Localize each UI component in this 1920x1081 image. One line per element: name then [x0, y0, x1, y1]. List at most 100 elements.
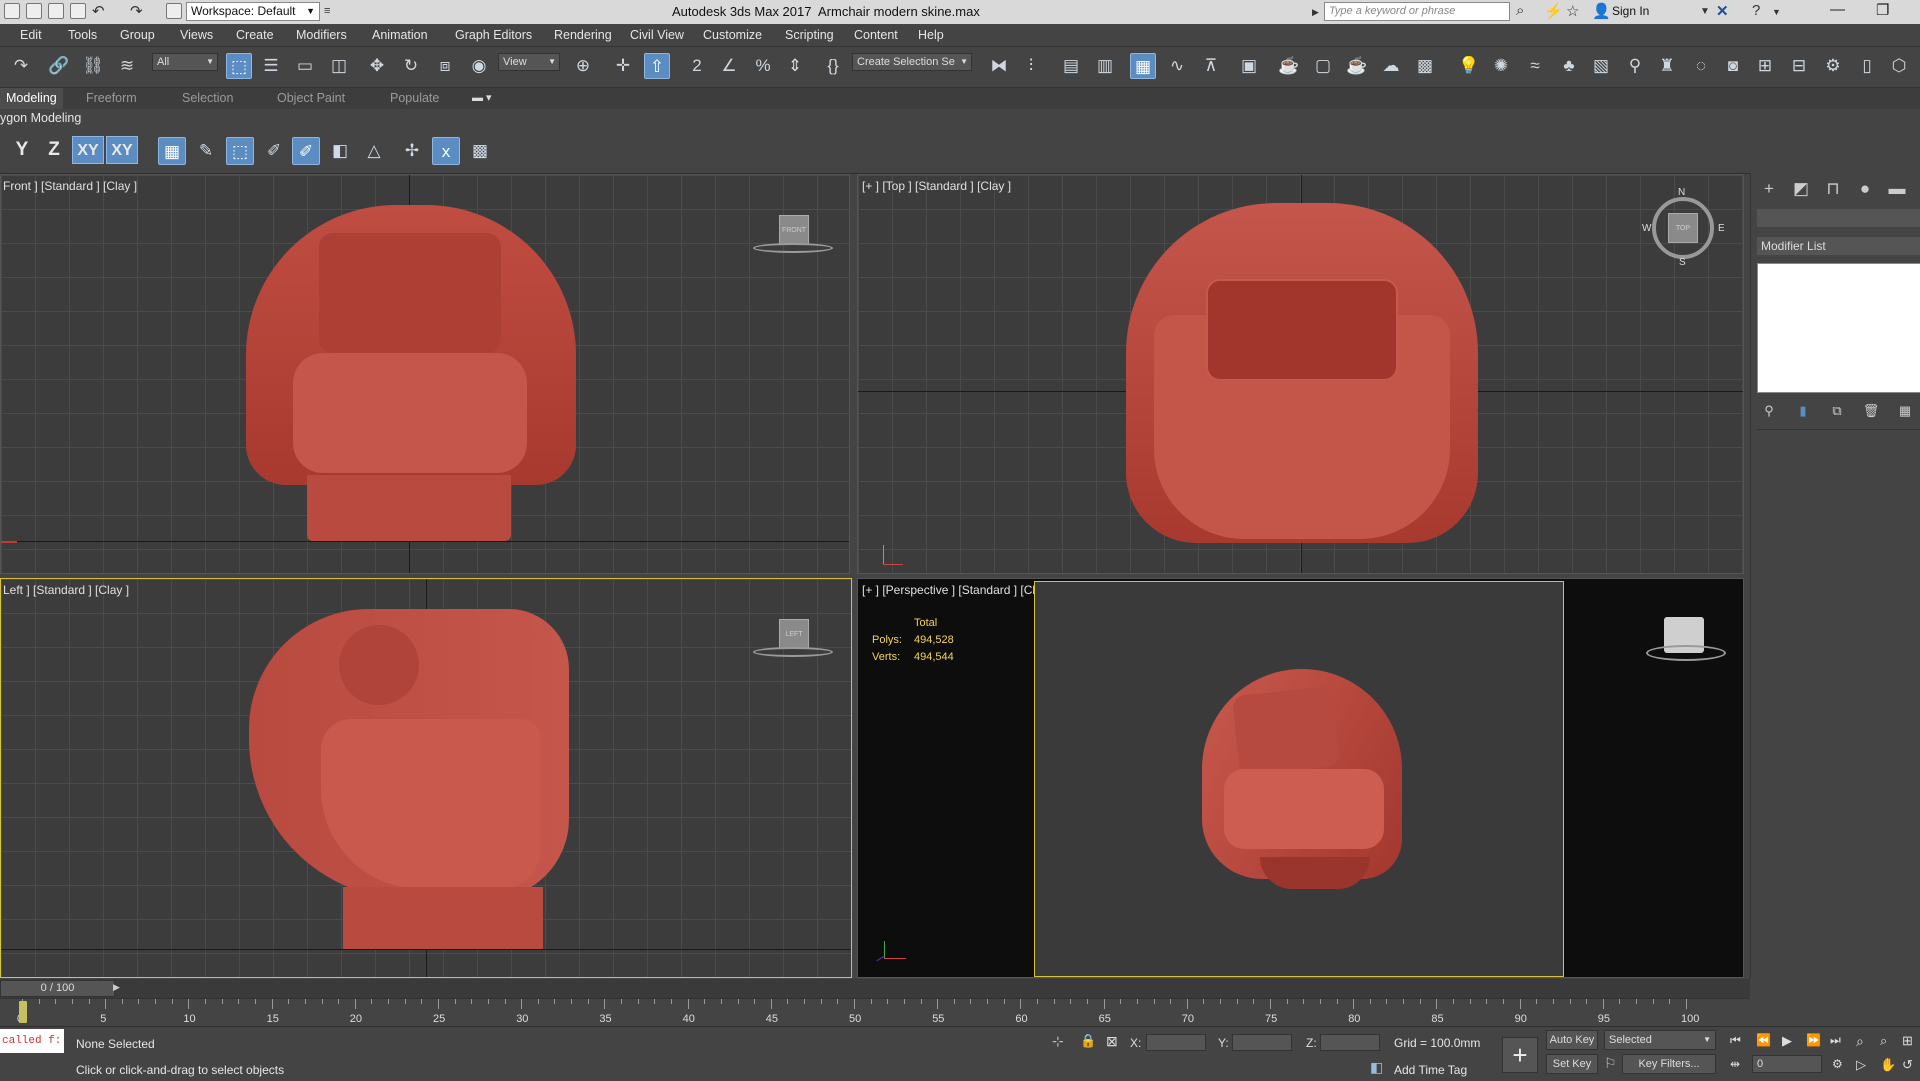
time-slider-handle[interactable]	[19, 1001, 27, 1023]
viewcube-ring-icon[interactable]	[753, 243, 833, 253]
tab-populate[interactable]: Populate	[390, 91, 439, 105]
manipulate-icon[interactable]: ✛	[610, 53, 636, 79]
configure-modifier-sets-icon[interactable]: ▦	[1893, 399, 1917, 423]
remove-modifier-icon[interactable]: 🗑	[1859, 399, 1883, 423]
vray-frame-buffer-icon[interactable]: ◙	[1720, 53, 1746, 79]
play-icon[interactable]: ▶	[1782, 1033, 1792, 1049]
select-and-rotate-icon[interactable]: ↻	[398, 53, 424, 79]
viewport-perspective[interactable]: [+ ] [Perspective ] [Standard ] [Clay ] …	[857, 578, 1744, 978]
y-coordinate-field[interactable]	[1232, 1034, 1292, 1051]
select-object-icon[interactable]: ⬚	[226, 53, 252, 79]
cut-icon[interactable]: ◧	[326, 137, 354, 165]
viewport-top[interactable]: [+ ] [Top ] [Standard ] [Clay ] TOP N S …	[857, 174, 1744, 574]
next-frame-arrow-icon[interactable]: ▶	[113, 982, 120, 993]
menu-content[interactable]: Content	[854, 28, 898, 42]
object-name-field[interactable]	[1757, 209, 1920, 227]
display-tab-icon[interactable]: ▬	[1885, 177, 1909, 201]
field-of-view-icon[interactable]: ▷	[1856, 1057, 1866, 1073]
search-input[interactable]: Type a keyword or phrase	[1324, 2, 1510, 21]
unlink-icon[interactable]: ⛓	[80, 53, 106, 79]
rectangular-selection-icon[interactable]: ▭	[292, 53, 318, 79]
set-key-button[interactable]: Set Key	[1546, 1054, 1598, 1074]
current-frame-field[interactable]: 0	[1752, 1055, 1822, 1073]
vray-fur-icon[interactable]: ≈	[1522, 53, 1548, 79]
tab-freeform[interactable]: Freeform	[86, 91, 137, 105]
spinner-snap-icon[interactable]: ⇕	[782, 53, 808, 79]
named-selection-set-select[interactable]: Create Selection Se ▼	[852, 53, 972, 71]
track-bar[interactable]: 0510152025303540455055606570758085909510…	[0, 998, 1750, 1027]
time-tag-icon[interactable]: ◧	[1370, 1059, 1383, 1076]
render-in-cloud-icon[interactable]: ☁	[1378, 53, 1404, 79]
a360-gallery-icon[interactable]: ▩	[1412, 53, 1438, 79]
vray-bitmap-icon[interactable]: ▯	[1854, 53, 1880, 79]
viewport-label[interactable]: [+ ] [Top ] [Standard ] [Clay ]	[862, 179, 1011, 193]
viewcube-icon[interactable]: TOP	[1668, 213, 1698, 243]
axis-xy-button[interactable]: XY	[72, 136, 104, 164]
proxy-icon[interactable]: ▧	[1588, 53, 1614, 79]
selection-lock-icon[interactable]: 🔒	[1080, 1033, 1096, 1049]
menu-graph-editors[interactable]: Graph Editors	[455, 28, 532, 42]
zoom-all-icon[interactable]: ⌕	[1880, 1033, 1887, 1049]
maxscript-listener[interactable]: called f:	[0, 1029, 64, 1053]
curve-editor-icon[interactable]: ∿	[1164, 53, 1190, 79]
go-to-end-icon[interactable]: ⏭	[1830, 1033, 1841, 1048]
orbit-icon[interactable]: ↺	[1902, 1057, 1913, 1073]
bind-to-space-warp-icon[interactable]: ≋	[114, 53, 140, 79]
menu-customize[interactable]: Customize	[703, 28, 762, 42]
search-expand-icon[interactable]: ▶	[1312, 7, 1319, 18]
menu-views[interactable]: Views	[180, 28, 213, 42]
spin-icon[interactable]: ✢	[398, 137, 426, 165]
rendered-frame-window-icon[interactable]: ▢	[1310, 53, 1336, 79]
project-folder-icon[interactable]	[166, 3, 182, 19]
menu-civil-view[interactable]: Civil View	[630, 28, 684, 42]
brush-icon[interactable]: ✎	[192, 137, 220, 165]
toggle-layer-explorer-icon[interactable]: ▥	[1092, 53, 1118, 79]
menu-animation[interactable]: Animation	[372, 28, 428, 42]
time-slider[interactable]: 0 / 100 ▶	[0, 979, 1750, 998]
make-unique-icon[interactable]: ⧉	[1825, 399, 1849, 423]
frame-counter[interactable]: 0 / 100	[0, 980, 115, 997]
mirror-icon[interactable]: ⧓	[986, 53, 1012, 79]
show-end-result-icon[interactable]: ▮	[1791, 399, 1815, 423]
create-tab-icon[interactable]: +	[1757, 177, 1781, 201]
sign-in-link[interactable]: Sign In	[1612, 4, 1649, 18]
sign-in-dropdown-icon[interactable]: ▼	[1700, 6, 1710, 17]
zoom-icon[interactable]: ⌕	[1856, 1033, 1864, 1050]
sphere-fade-icon[interactable]: ⚲	[1622, 53, 1648, 79]
viewport-label[interactable]: [+ ] [Perspective ] [Standard ] [Clay ]	[862, 583, 1054, 597]
axis-xy-local-button[interactable]: XY	[106, 136, 138, 164]
open-file-icon[interactable]	[48, 3, 64, 19]
menu-group[interactable]: Group	[120, 28, 155, 42]
set-key-plus-icon[interactable]: +	[1502, 1037, 1538, 1073]
tab-object-paint[interactable]: Object Paint	[277, 91, 345, 105]
favorites-star-icon[interactable]: ☆	[1566, 2, 1579, 20]
reference-coordinate-select[interactable]: View ▼	[498, 53, 560, 71]
toggle-scene-explorer-icon[interactable]: ▤	[1058, 53, 1084, 79]
auto-key-button[interactable]: Auto Key	[1546, 1030, 1598, 1050]
save-icon[interactable]	[70, 3, 86, 19]
schematic-view-icon[interactable]: ⊼	[1198, 53, 1224, 79]
plant-icon[interactable]: ♣	[1556, 53, 1582, 79]
select-and-move-icon[interactable]: ✥	[364, 53, 390, 79]
menu-create[interactable]: Create	[236, 28, 274, 42]
polygon-modeling-label[interactable]: ygon Modeling	[0, 111, 81, 125]
x-coordinate-field[interactable]	[1146, 1034, 1206, 1051]
communication-center-icon[interactable]: ⚡	[1544, 2, 1563, 20]
menu-modifiers[interactable]: Modifiers	[296, 28, 347, 42]
autodesk-exchange-icon[interactable]: ✕	[1716, 2, 1729, 20]
selection-filter-select[interactable]: All ▼	[152, 53, 218, 71]
key-filter-icon[interactable]: ⚐	[1604, 1055, 1617, 1072]
time-configuration-icon[interactable]: ⚙	[1832, 1057, 1843, 1071]
pivot-center-icon[interactable]: ⊕	[570, 53, 596, 79]
vray-light-lister-icon[interactable]: ⊞	[1752, 53, 1778, 79]
menu-scripting[interactable]: Scripting	[785, 28, 834, 42]
axis-z-button[interactable]: Z	[40, 136, 68, 164]
swift-loop-icon[interactable]: ▩	[466, 137, 494, 165]
new-file-icon[interactable]	[26, 3, 42, 19]
menu-overflow-icon[interactable]: ≡	[324, 5, 330, 17]
vray-proxy-icon[interactable]: ⬡	[1886, 53, 1912, 79]
grid-align-icon[interactable]: ▦	[158, 137, 186, 165]
reflection-icon[interactable]: ◌	[1688, 53, 1714, 79]
hierarchy-tab-icon[interactable]: ⊓	[1821, 177, 1845, 201]
binoculars-icon[interactable]: ⌕	[1516, 2, 1524, 19]
